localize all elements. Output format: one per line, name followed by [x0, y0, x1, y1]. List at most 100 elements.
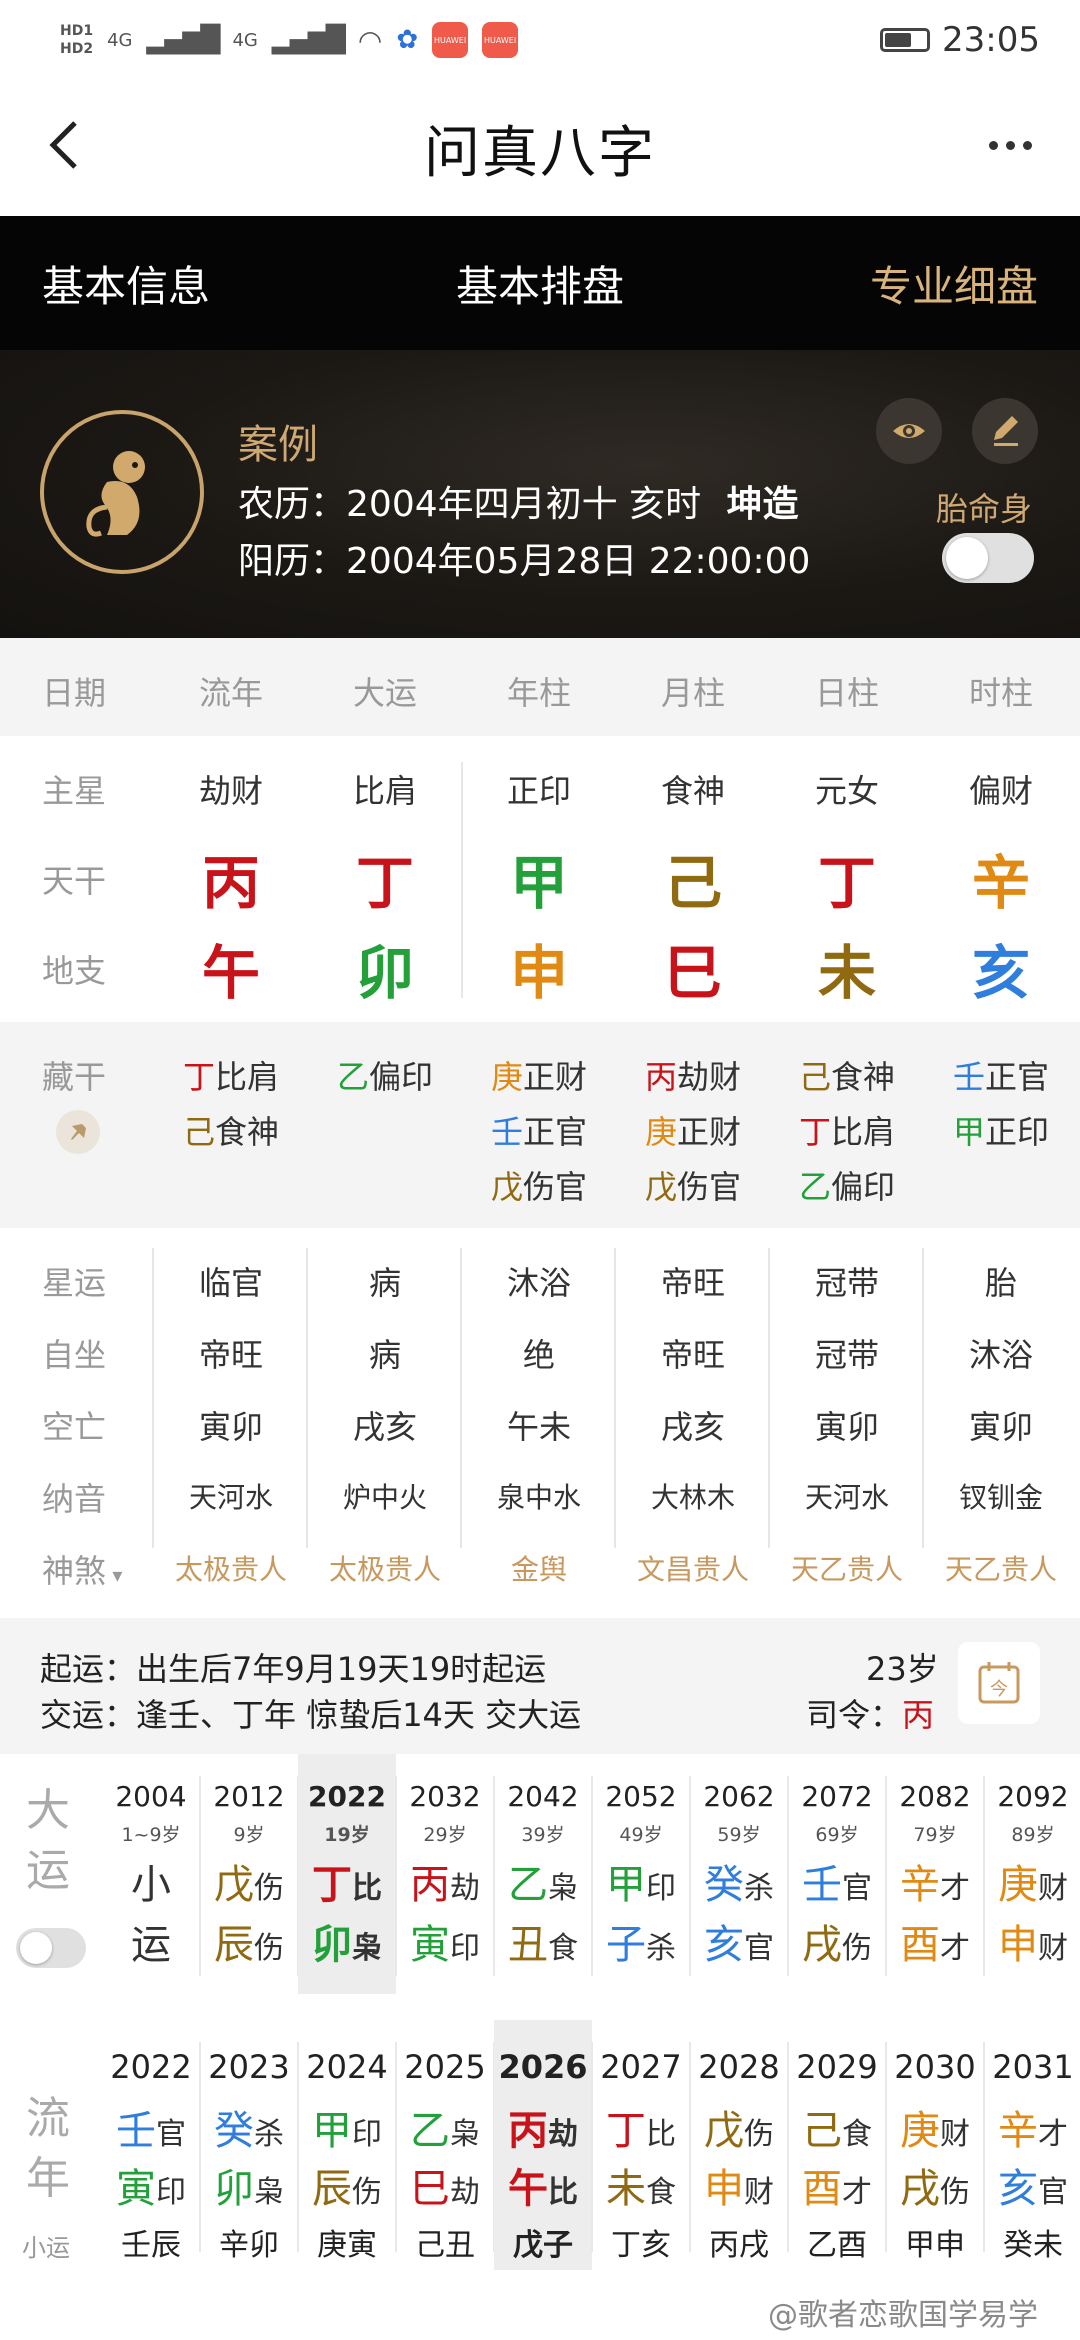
liunian-column[interactable]: 2031 辛才 亥官 癸未 — [984, 2020, 1080, 2270]
liunian-gan-char: 癸 — [214, 2108, 254, 2154]
dayun-column[interactable]: 2012 9岁 戊伤 辰伤 — [200, 1754, 298, 1994]
shensha-cell[interactable]: 文昌贵人 — [616, 1548, 770, 1588]
gender-label: 坤造 — [726, 484, 799, 525]
liunian-gan-char: 甲 — [312, 2108, 352, 2154]
eye-icon — [893, 424, 925, 438]
dayun-column[interactable]: 2042 39岁 乙枭 丑食 — [494, 1754, 592, 1994]
dayun-year: 2052 — [605, 1780, 677, 1813]
liunian-column[interactable]: 2026 丙劫 午比 戊子 — [494, 2020, 592, 2270]
qiyun-line: 起运：出生后7年9月19天19时起运 — [40, 1644, 546, 1690]
zizuo-cell: 冠带 — [814, 1336, 879, 1374]
liunian-zhi: 卯枭 — [200, 2156, 298, 2214]
xingyun-cell: 沐浴 — [506, 1264, 571, 1302]
dizhi-char: 申 — [509, 939, 568, 1007]
dayun-zhi-char: 卯 — [312, 1922, 352, 1968]
tab-basic-info[interactable]: 基本信息 — [42, 253, 210, 314]
liunian-zhi-shishen: 才 — [842, 2175, 872, 2210]
kongwang-cell: 午未 — [506, 1408, 571, 1446]
xingyun-cell: 冠带 — [814, 1264, 879, 1302]
shensha-cell[interactable]: 天乙贵人 — [924, 1548, 1078, 1588]
liunian-gan-shishen: 杀 — [254, 2117, 284, 2152]
tiangan-char: 己 — [663, 849, 722, 917]
back-button[interactable] — [30, 110, 100, 180]
liunian-column[interactable]: 2028 戊伤 申财 丙戌 — [690, 2020, 788, 2270]
canggan-gan: 丁 — [182, 1058, 215, 1096]
dayun-zhi: 辰伤 — [200, 1912, 298, 1970]
col-header-date: 日期 — [42, 674, 107, 712]
dayun-block: 大 运 2004 1~9岁小运 2012 9岁 戊伤 辰伤 2022 19岁 丁比 卯枭 2032 2… — [0, 1754, 1080, 2012]
shensha-cell[interactable]: 天乙贵人 — [770, 1548, 924, 1588]
dayun-zhi-shishen: 财 — [1038, 1931, 1068, 1966]
canggan-item: 乙偏印 — [770, 1162, 924, 1208]
view-button[interactable] — [876, 398, 942, 464]
liunian-gan-shishen: 劫 — [548, 2117, 578, 2152]
dayun-gan-char: 丁 — [312, 1862, 352, 1908]
dayun-column[interactable]: 2072 69岁 壬官 戌伤 — [788, 1754, 886, 1994]
nayin-label: 纳音 — [42, 1480, 107, 1518]
liunian-column[interactable]: 2022 壬官 寅印 壬辰 — [102, 2020, 200, 2270]
dayun-column[interactable]: 2022 19岁 丁比 卯枭 — [298, 1754, 396, 1994]
liunian-gan: 戊伤 — [690, 2098, 788, 2156]
details-block: 星运 自坐 空亡 纳音 神煞 ▾ 临官病沐浴 帝旺 冠带胎帝旺病绝帝旺 冠带 沐浴 寅卯戌… — [0, 1228, 1080, 1618]
dizhi-char: 未 — [817, 939, 876, 1007]
dayun-column[interactable]: 2082 79岁 辛才 酉才 — [886, 1754, 984, 1994]
today-button[interactable]: 今 — [958, 1642, 1040, 1724]
tab-professional-chart[interactable]: 专业细盘 — [870, 253, 1038, 314]
pin-button[interactable] — [56, 1110, 100, 1154]
shensha-cell[interactable]: 金舆 — [462, 1548, 616, 1588]
dayun-column[interactable]: 2092 89岁 庚财 申财 — [984, 1754, 1080, 1994]
liunian-gan-char: 辛 — [998, 2108, 1038, 2154]
liunian-column[interactable]: 2025 乙枭 巳劫 己丑 — [396, 2020, 494, 2270]
liunian-zhi-shishen: 劫 — [450, 2175, 480, 2210]
liunian-year: 2023 — [208, 2048, 290, 2086]
clock: 23:05 — [942, 20, 1040, 60]
tiangan-char: 丙 — [201, 849, 260, 917]
liunian-gan-shishen: 枭 — [450, 2117, 480, 2152]
liunian-column[interactable]: 2029 己食 酉才 乙酉 — [788, 2020, 886, 2270]
liunian-gan: 丙劫 — [494, 2098, 592, 2156]
liunian-zhi-shishen: 官 — [1038, 2175, 1068, 2210]
edit-button[interactable] — [972, 398, 1038, 464]
shensha-dropdown[interactable]: 神煞 ▾ — [42, 1546, 122, 1592]
dayun-zhi-char: 亥 — [704, 1922, 744, 1968]
dayun-column[interactable]: 2052 49岁 甲印 子杀 — [592, 1754, 690, 1994]
tiangan-char: 辛 — [971, 849, 1030, 917]
dayun-age: 59岁 — [717, 1824, 761, 1846]
more-options-button[interactable] — [970, 110, 1050, 180]
canggan-shishen: 伤官 — [677, 1168, 742, 1206]
liunian-zhi-char: 辰 — [312, 2166, 352, 2212]
dayun-column[interactable]: 2004 1~9岁小运 — [102, 1754, 200, 1994]
canggan-gan: 丙 — [644, 1058, 677, 1096]
liunian-column[interactable]: 2023 癸杀 卯枭 辛卯 — [200, 2020, 298, 2270]
dayun-gan-shishen: 印 — [646, 1871, 676, 1906]
liunian-gan-shishen: 比 — [646, 2117, 676, 2152]
canggan-shishen: 正官 — [985, 1058, 1050, 1096]
wifi-icon: ◠ — [357, 23, 383, 57]
tab-basic-chart[interactable]: 基本排盘 — [456, 253, 624, 314]
liunian-year: 2024 — [306, 2048, 388, 2086]
solar-prefix: 阳历： — [238, 541, 347, 582]
liunian-zhi: 申财 — [690, 2156, 788, 2214]
liunian-year: 2029 — [796, 2048, 878, 2086]
liunian-gan: 乙枭 — [396, 2098, 494, 2156]
dayun-zhi-shishen: 枭 — [352, 1931, 382, 1966]
liunian-block: 流 年 小运 2022 壬官 寅印 壬辰 2023 癸杀 卯枭 辛卯 2024 甲印 辰伤 庚寅 202… — [0, 2020, 1080, 2280]
liunian-column[interactable]: 2030 庚财 戌伤 甲申 — [886, 2020, 984, 2270]
dayun-column[interactable]: 2032 29岁 丙劫 寅印 — [396, 1754, 494, 1994]
dayun-toggle[interactable] — [16, 1928, 86, 1968]
taimingshen-toggle[interactable] — [942, 533, 1034, 583]
xingyun-cell: 帝旺 — [660, 1264, 725, 1302]
liunian-column[interactable]: 2024 甲印 辰伤 庚寅 — [298, 2020, 396, 2270]
shensha-cell[interactable]: 太极贵人 — [308, 1548, 462, 1588]
canggan-shishen: 伤官 — [523, 1168, 588, 1206]
shensha-cell[interactable]: 太极贵人 — [154, 1548, 308, 1588]
canggan-item: 庚正财 — [462, 1052, 616, 1098]
dayun-column[interactable]: 2062 59岁 癸杀 亥官 — [690, 1754, 788, 1994]
age-label: 23岁 — [866, 1650, 939, 1688]
dayun-year: 2092 — [997, 1780, 1069, 1813]
liunian-year: 2030 — [894, 2048, 976, 2086]
liunian-column[interactable]: 2027 丁比 未食 丁亥 — [592, 2020, 690, 2270]
canggan-item: 丁比肩 — [770, 1107, 924, 1153]
liunian-year: 2026 — [498, 2048, 588, 2086]
dayun-gan-char: 庚 — [998, 1862, 1038, 1908]
